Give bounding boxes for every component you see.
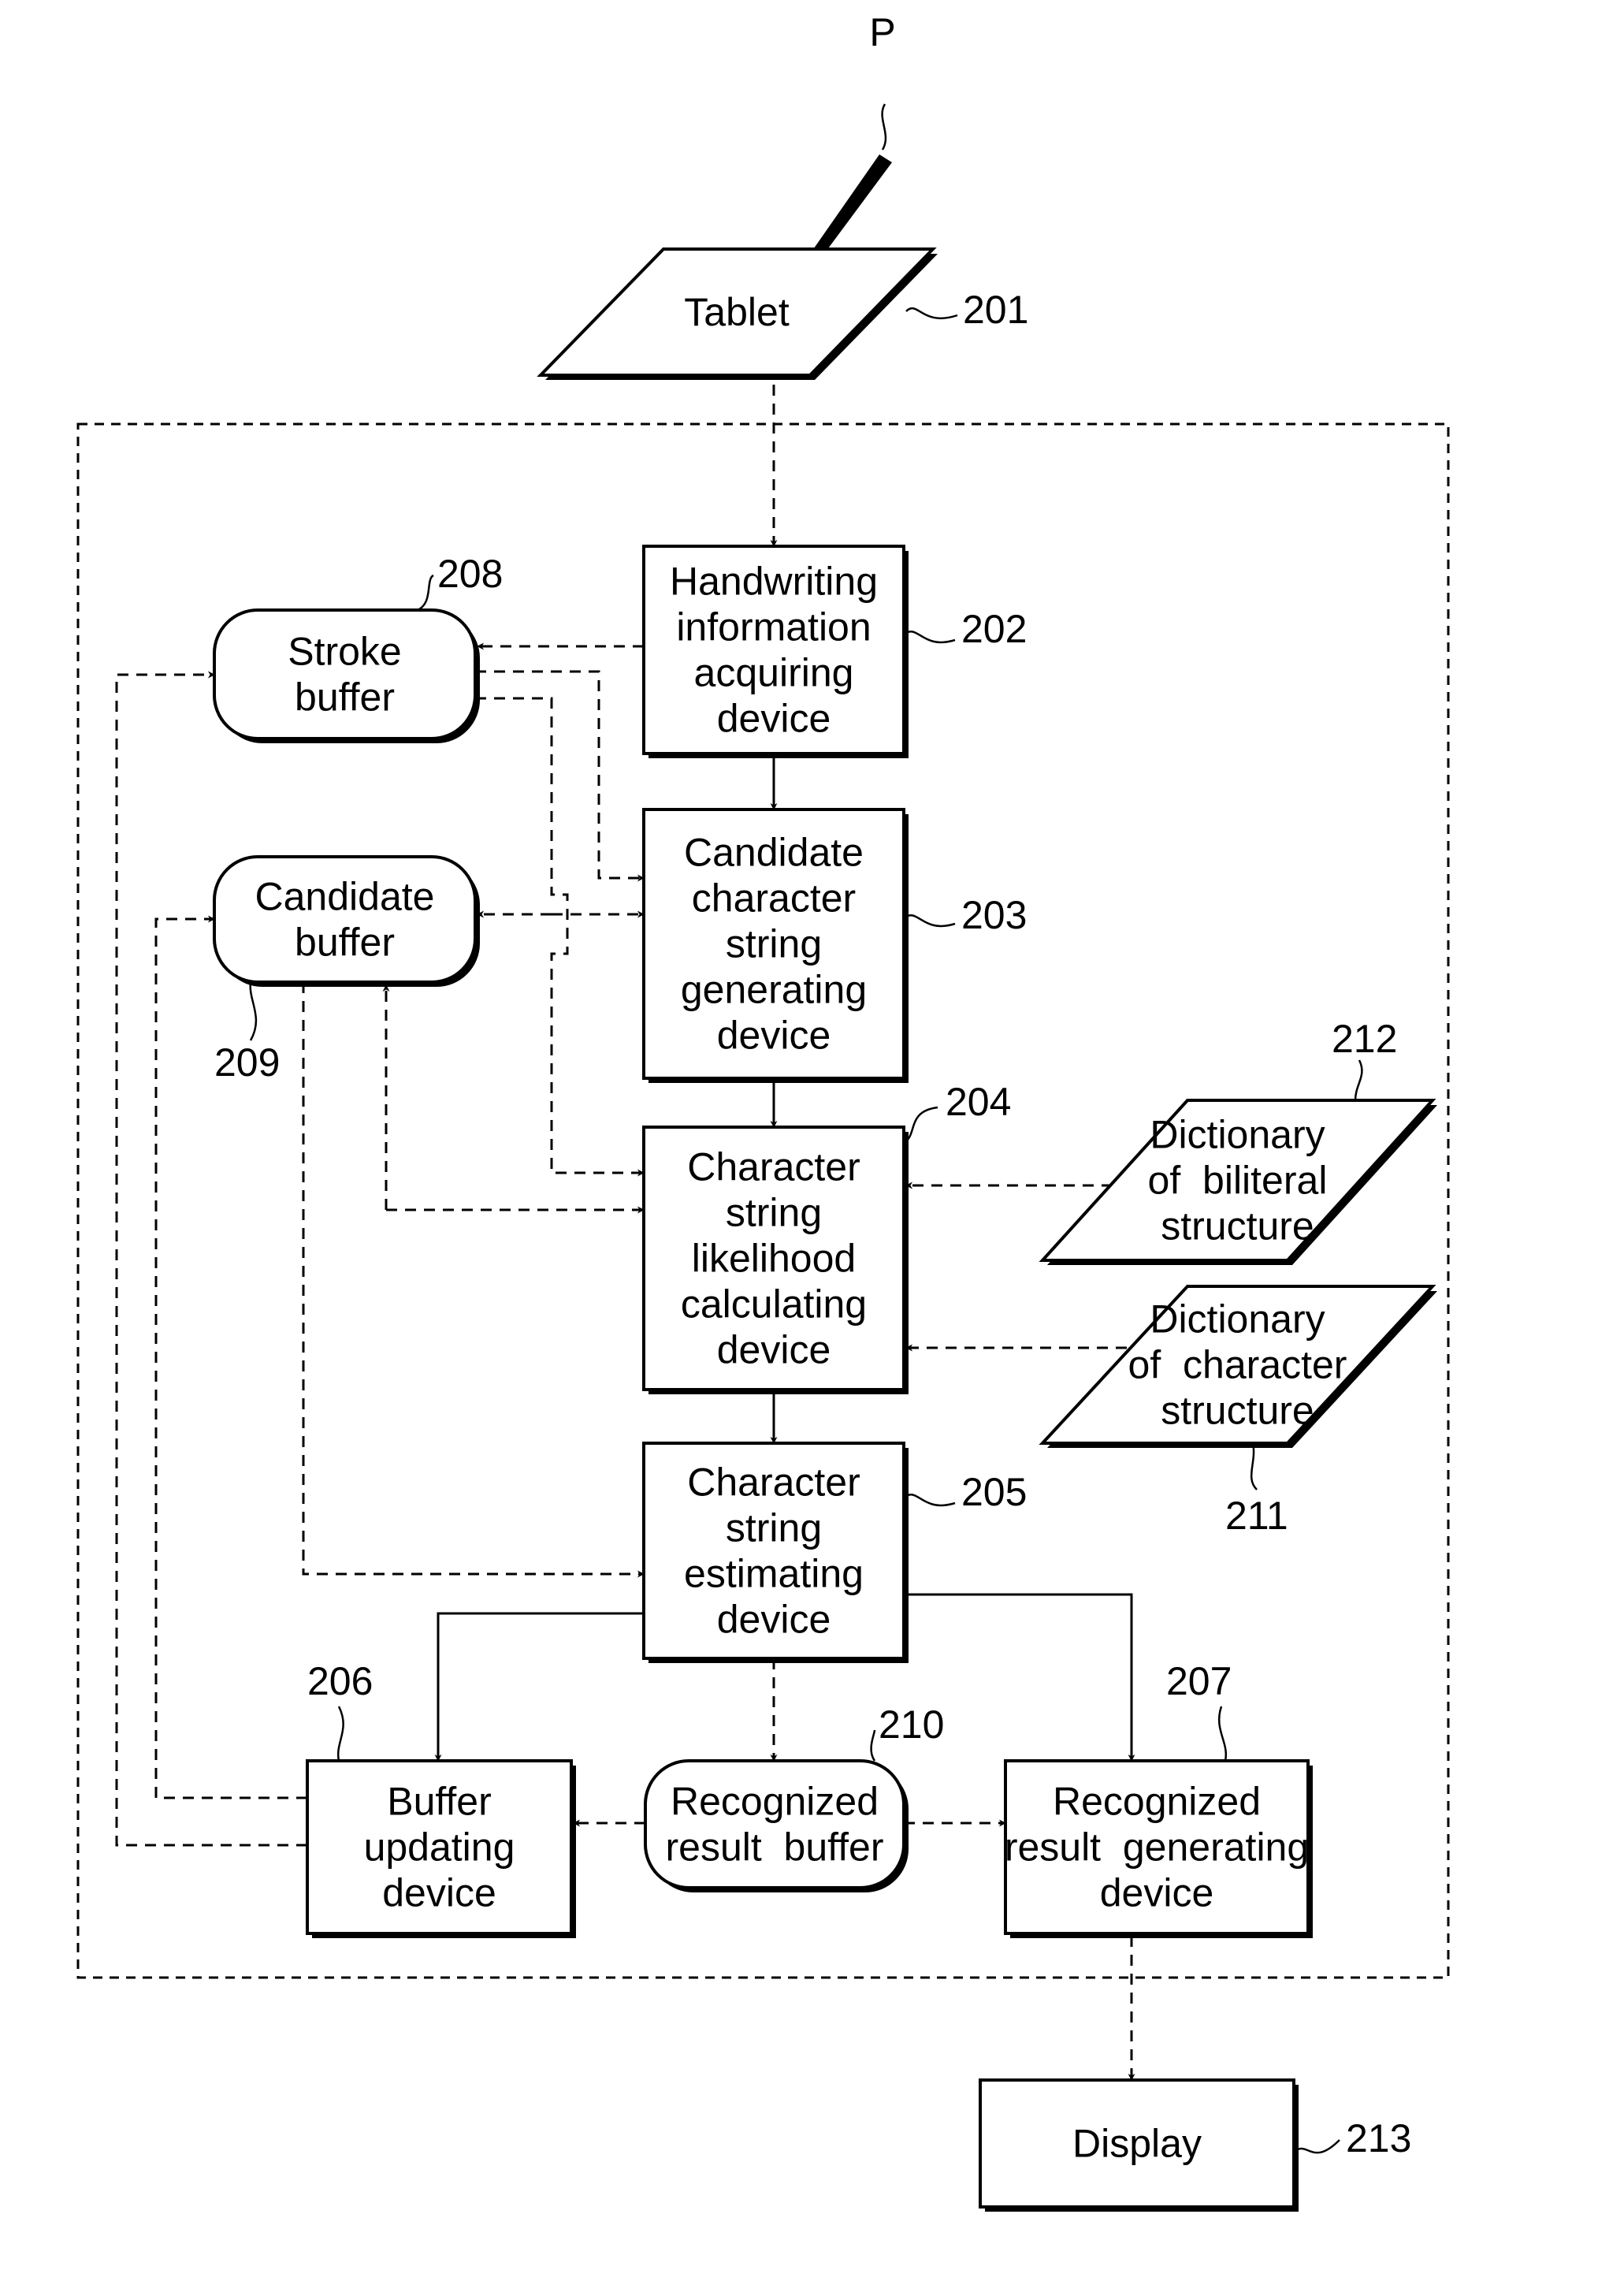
result-generating-label-line: result generating [1005,1825,1309,1870]
result-generating-label-line: device [1100,1871,1214,1915]
estimating-label-line: Character [687,1461,860,1505]
stroke-buffer-label-line: buffer [295,675,395,720]
buffer-updating-ref-numeral: 206 [307,1659,373,1703]
reference-leader [249,981,258,1041]
dashed-arrow [115,671,307,1847]
likelihood-label-line: string [726,1191,822,1235]
result-generating-ref-numeral: 207 [1166,1659,1232,1703]
likelihood-label-line: device [717,1328,831,1372]
dashed-arrow [475,670,645,882]
node-stroke-buffer: Strokebuffer 208 [213,552,503,743]
reference-leader [336,1706,344,1762]
reference-leader [870,1729,876,1762]
stroke-buffer-ref-numeral: 208 [437,552,503,596]
dict-char-label-line: structure [1161,1389,1314,1433]
dict-char-label-line: of character [1128,1343,1347,1387]
candidate-gen-label-line: Candidate [684,831,864,875]
node-tablet: Tablet 201 [537,247,1028,380]
buffer-updating-label-line: updating [364,1825,515,1870]
buffer-updating-label-line: Buffer [387,1780,492,1824]
dict-bilit-ref-numeral: 212 [1332,1017,1397,1061]
node-estimating: Characterstringestimatingdevice 205 [642,1442,1027,1663]
display-label-line: Display [1072,2122,1202,2166]
likelihood-label-line: likelihood [692,1237,856,1281]
dict-char-label-line: Dictionary [1150,1297,1325,1342]
estimating-ref-numeral: 205 [961,1470,1027,1514]
result-generating-label-line: Recognized [1053,1780,1261,1824]
candidate-gen-label-line: device [717,1014,831,1058]
buffer-updating-label-line: device [382,1871,496,1915]
reference-leader [903,1493,956,1507]
handwriting-label-line: Handwriting [670,560,878,604]
reference-leader [1217,1706,1228,1762]
dashed-arrow [302,982,645,1578]
candidate-buffer-label-line: Candidate [255,875,435,919]
estimating-label-line: string [726,1506,822,1550]
reference-leader [903,1106,938,1144]
dict-bilit-label-line: structure [1161,1204,1314,1248]
candidate-gen-label-line: generating [681,968,867,1012]
dict-bilit-label-line: of biliteral [1148,1159,1328,1203]
node-candidate-gen: Candidatecharacterstringgeneratingdevice… [642,808,1027,1083]
likelihood-ref-numeral: 204 [946,1080,1011,1124]
handwriting-label-line: acquiring [694,651,854,695]
tablet-ref-numeral: 201 [963,288,1028,332]
estimating-label-line: estimating [684,1552,864,1596]
handwriting-label-line: information [676,605,871,649]
nodes: Tablet 201 Handwritinginformationacquiring… [213,247,1437,2212]
block-diagram: P Tablet 201 Handwritinginformationacquiri… [76,10,1450,2212]
tablet-label-line: Tablet [684,290,790,334]
reference-leader [1250,1442,1258,1490]
reference-leader [903,630,956,644]
dict-char-ref-numeral: 211 [1225,1494,1288,1538]
pen-label: P [869,10,895,54]
candidate-gen-label-line: string [726,922,822,966]
result-buffer-label-line: result buffer [665,1825,883,1870]
node-dict-bilit: Dictionaryof biliteralstructure 212 [1039,1017,1437,1265]
dashed-arrow [475,697,645,1177]
node-result-generating: Recognizedresult generatingdevice 207 [1004,1659,1313,1938]
handwriting-ref-numeral: 202 [961,607,1027,651]
node-handwriting: Handwritinginformationacquiringdevice 202 [642,545,1027,758]
result-buffer-ref-numeral: 210 [879,1702,944,1747]
display-ref-numeral: 213 [1346,2116,1411,2160]
node-candidate-buffer: Candidatebuffer 209 [213,855,480,1085]
candidate-gen-label-line: character [692,876,856,921]
candidate-gen-ref-numeral: 203 [961,893,1027,937]
result-buffer-label-line: Recognized [671,1780,879,1824]
candidate-buffer-ref-numeral: 209 [214,1040,280,1085]
estimating-label-line: device [717,1598,831,1642]
reference-leader [905,307,958,320]
node-buffer-updating: Bufferupdatingdevice 206 [306,1659,576,1938]
likelihood-label-line: calculating [681,1282,867,1327]
reference-leader [903,914,956,928]
node-display: Display 213 [979,2078,1411,2212]
reference-leader [1354,1059,1363,1101]
reference-leader [1293,2139,1340,2154]
reference-leader [417,574,434,612]
stroke-buffer-label-line: Stroke [288,630,402,674]
dict-bilit-label-line: Dictionary [1150,1113,1325,1157]
likelihood-label-line: Character [687,1145,860,1189]
node-result-buffer: Recognizedresult buffer 210 [644,1702,944,1892]
solid-arrow [434,1612,644,1762]
handwriting-label-line: device [717,697,831,741]
candidate-buffer-label-line: buffer [295,921,395,965]
node-dict-char: Dictionaryof characterstructure 211 [1039,1285,1437,1538]
